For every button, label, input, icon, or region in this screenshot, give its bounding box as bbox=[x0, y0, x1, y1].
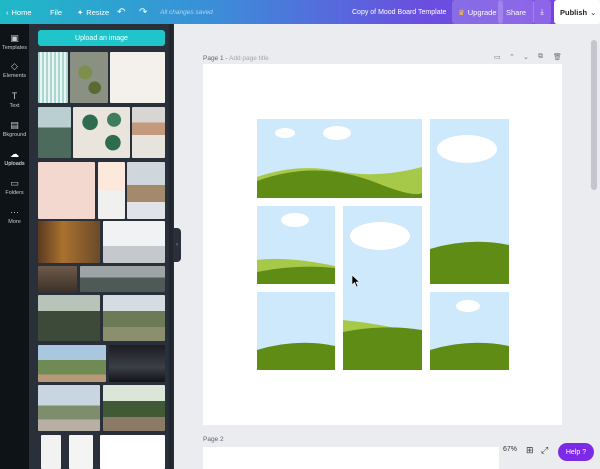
chevron-up-icon[interactable]: ⌃ bbox=[509, 53, 515, 61]
rail-item-uploads[interactable]: ☁ Uploads bbox=[0, 144, 29, 172]
upload-thumbnail[interactable] bbox=[69, 435, 93, 469]
home-label: Home bbox=[11, 7, 32, 17]
page-1-label: Page 1 - Add page title bbox=[203, 55, 269, 62]
rail-item-more[interactable]: ··· More bbox=[0, 202, 29, 230]
upload-thumbnail[interactable] bbox=[38, 385, 100, 431]
image-placeholder[interactable] bbox=[257, 206, 335, 284]
background-icon: ▤ bbox=[10, 119, 19, 130]
chevron-left-icon: ‹ bbox=[176, 242, 178, 248]
rail-label: Folders bbox=[5, 189, 24, 196]
upload-thumbnail[interactable] bbox=[38, 345, 106, 382]
more-dots-icon: ··· bbox=[10, 206, 19, 217]
template-icon: ▣ bbox=[10, 32, 19, 43]
upgrade-button[interactable]: ♛ Upgrade bbox=[452, 0, 503, 24]
grid-view-icon[interactable]: ⊞ bbox=[526, 445, 534, 456]
upload-thumbnail[interactable] bbox=[38, 52, 68, 103]
rail-item-folders[interactable]: ▭ Folders bbox=[0, 173, 29, 201]
rail-label: More bbox=[8, 218, 21, 225]
collapse-panel-handle[interactable]: ‹ bbox=[173, 228, 181, 262]
chevron-down-icon: ⌄ bbox=[590, 7, 597, 17]
rail-item-text[interactable]: T Text bbox=[0, 86, 29, 114]
uploads-panel: Upload an image bbox=[29, 24, 174, 469]
folder-icon: ▭ bbox=[10, 177, 19, 188]
upload-thumbnail[interactable] bbox=[38, 295, 100, 341]
upload-thumbnail[interactable] bbox=[103, 385, 165, 431]
rail-label: Text bbox=[9, 102, 20, 109]
upload-thumbnail[interactable] bbox=[38, 107, 71, 158]
trash-icon[interactable]: 🗑 bbox=[553, 53, 562, 61]
upload-thumbnail[interactable] bbox=[80, 266, 165, 292]
fullscreen-icon[interactable]: ⤢ bbox=[541, 445, 548, 456]
design-title[interactable]: Copy of Mood Board Template bbox=[352, 0, 446, 24]
rail-label: Bkground bbox=[2, 131, 27, 138]
shapes-icon: ◇ bbox=[11, 60, 18, 71]
mouse-cursor-icon bbox=[352, 275, 360, 287]
upload-thumbnail[interactable] bbox=[127, 162, 165, 219]
zoom-level[interactable]: 67% bbox=[503, 446, 517, 453]
upload-thumbnail[interactable] bbox=[109, 345, 165, 382]
upload-thumbnail[interactable] bbox=[98, 162, 125, 219]
crown-icon: ♛ bbox=[458, 7, 465, 17]
rail-label: Elements bbox=[3, 72, 26, 79]
save-status: All changes saved bbox=[160, 8, 213, 16]
sparkle-icon: ✦ bbox=[77, 7, 84, 17]
side-rail: ▣ Templates ◇ Elements T Text ▤ Bkground… bbox=[0, 24, 29, 469]
rail-item-background[interactable]: ▤ Bkground bbox=[0, 115, 29, 143]
top-bar: ‹ Home File ✦ Resize ↶ ↷ All changes sav… bbox=[0, 0, 600, 24]
image-placeholder[interactable] bbox=[430, 119, 509, 284]
upload-thumbnail[interactable] bbox=[38, 221, 100, 263]
undo-icon[interactable]: ↶ bbox=[117, 0, 125, 24]
upload-thumbnail[interactable] bbox=[38, 162, 95, 219]
rail-label: Uploads bbox=[4, 160, 25, 167]
page-2-label: Page 2 bbox=[203, 436, 224, 443]
page-number: Page 1 bbox=[203, 55, 224, 62]
upload-thumbnail[interactable] bbox=[100, 435, 165, 469]
home-button[interactable]: ‹ Home bbox=[6, 0, 32, 24]
chevron-left-icon: ‹ bbox=[6, 7, 9, 17]
image-placeholder[interactable] bbox=[257, 119, 422, 198]
upload-thumbnail[interactable] bbox=[132, 107, 165, 158]
image-placeholder[interactable] bbox=[430, 292, 509, 370]
help-button[interactable]: Help ? bbox=[558, 443, 594, 461]
chevron-down-icon[interactable]: ⌄ bbox=[523, 53, 529, 61]
text-icon: T bbox=[11, 90, 18, 101]
upgrade-label: Upgrade bbox=[467, 7, 497, 17]
rail-item-elements[interactable]: ◇ Elements bbox=[0, 56, 29, 84]
upload-thumbnail[interactable] bbox=[110, 52, 165, 103]
publish-button[interactable]: Publish ⌄ bbox=[554, 0, 600, 24]
upload-thumbnail[interactable] bbox=[103, 221, 165, 263]
share-button[interactable]: Share bbox=[498, 0, 535, 24]
cloud-upload-icon: ☁ bbox=[10, 148, 19, 159]
upload-thumbnail[interactable] bbox=[103, 295, 165, 341]
file-menu[interactable]: File bbox=[50, 0, 62, 24]
upload-thumbnail[interactable] bbox=[38, 266, 77, 292]
redo-icon[interactable]: ↷ bbox=[139, 0, 147, 24]
rail-label: Templates bbox=[1, 44, 28, 51]
duplicate-page-icon[interactable]: ⧉ bbox=[538, 53, 543, 61]
image-placeholder[interactable] bbox=[257, 292, 335, 370]
canvas-scrollbar[interactable] bbox=[591, 40, 597, 190]
publish-label: Publish bbox=[560, 7, 588, 17]
resize-label: Resize bbox=[86, 7, 110, 17]
download-icon[interactable]: ⤓ bbox=[533, 0, 551, 24]
rail-item-templates[interactable]: ▣ Templates bbox=[0, 28, 29, 56]
upload-thumbnail[interactable] bbox=[73, 107, 130, 158]
resize-button[interactable]: ✦ Resize bbox=[77, 0, 109, 24]
upload-image-button[interactable]: Upload an image bbox=[38, 30, 165, 46]
upload-thumbnail[interactable] bbox=[70, 52, 108, 103]
upload-thumbnail[interactable] bbox=[41, 435, 61, 469]
image-placeholder[interactable] bbox=[343, 206, 422, 370]
page-title-input[interactable]: Add page title bbox=[229, 55, 269, 62]
comment-icon[interactable]: ▭ bbox=[494, 53, 501, 61]
design-page-2[interactable] bbox=[203, 447, 499, 469]
